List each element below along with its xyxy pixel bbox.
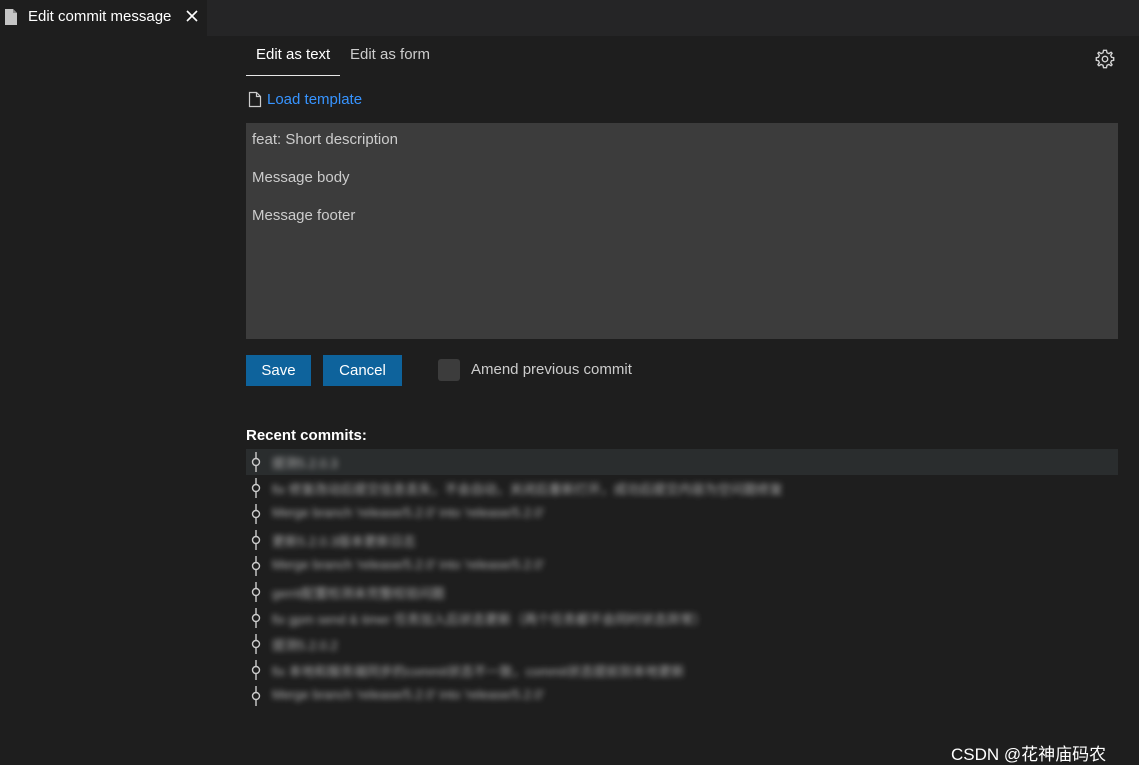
git-commit-icon	[251, 608, 261, 628]
gear-icon[interactable]	[1094, 48, 1116, 70]
message-line: feat: Short description	[252, 131, 398, 148]
git-commit-icon	[251, 478, 261, 498]
commit-message: fix 修复改动后提交信息丢失，不会自动，关闭后重新打开，成功后提交内容为空问题…	[272, 482, 783, 497]
commit-row[interactable]: 提测5.2.0.3	[246, 449, 1118, 475]
git-commit-icon	[251, 634, 261, 654]
commit-message: Merge branch 'release/5.2.0' into 'relea…	[272, 687, 545, 702]
cancel-button[interactable]: Cancel	[323, 355, 402, 386]
commit-message: fix 本地和服务端同步的commit状态不一致，commit状态提前到本地更新	[272, 664, 685, 679]
commit-row[interactable]: Merge branch 'release/5.2.0' into 'relea…	[246, 501, 1118, 527]
close-icon[interactable]	[183, 7, 201, 25]
save-button[interactable]: Save	[246, 355, 311, 386]
load-template-label: Load template	[267, 90, 363, 108]
git-commit-icon	[251, 452, 261, 472]
commit-row[interactable]: fix gpm send & timer 任务加入后状态更新（两个任务都不会同时…	[246, 605, 1118, 631]
tab-bar: Edit commit message	[0, 0, 1139, 36]
editor-tab[interactable]: Edit commit message	[0, 0, 207, 36]
message-line: Message body	[252, 169, 350, 186]
git-commit-icon	[251, 582, 261, 602]
commit-row[interactable]: Merge branch 'release/5.2.0' into 'relea…	[246, 553, 1118, 579]
commit-row[interactable]: fix 本地和服务端同步的commit状态不一致，commit状态提前到本地更新	[246, 657, 1118, 683]
commit-message: 提测5.2.0.2	[272, 638, 338, 653]
commit-message: fix gpm send & timer 任务加入后状态更新（两个任务都不会同时…	[272, 612, 707, 627]
commit-row[interactable]: Merge branch 'release/5.2.0' into 'relea…	[246, 683, 1118, 709]
commit-message: Merge branch 'release/5.2.0' into 'relea…	[272, 505, 545, 520]
commit-message: 提测5.2.0.3	[272, 456, 338, 471]
commit-message-input[interactable]: feat: Short description Message body Mes…	[246, 123, 1118, 339]
commit-row[interactable]: 更新5.2.0.3版本更新日志	[246, 527, 1118, 553]
tab-edit-as-form[interactable]: Edit as form	[350, 46, 450, 76]
git-commit-icon	[251, 686, 261, 706]
tab-title: Edit commit message	[28, 8, 172, 25]
git-commit-icon	[251, 530, 261, 550]
commit-message: gerrit配置检测未完整校验问题	[272, 586, 445, 601]
commit-row[interactable]: gerrit配置检测未完整校验问题	[246, 579, 1118, 605]
amend-checkbox[interactable]	[438, 359, 460, 381]
git-commit-icon	[251, 556, 261, 576]
load-template-link[interactable]: Load template	[248, 89, 362, 109]
commit-message: 更新5.2.0.3版本更新日志	[272, 534, 416, 549]
amend-checkbox-label[interactable]: Amend previous commit	[471, 361, 632, 378]
message-line: Message footer	[252, 207, 356, 224]
git-commit-icon	[251, 660, 261, 680]
tab-edit-as-text[interactable]: Edit as text	[246, 46, 340, 76]
file-icon	[5, 9, 17, 25]
commit-editor: Edit as text Edit as form Load template …	[0, 36, 1139, 764]
commit-row[interactable]: fix 修复改动后提交信息丢失，不会自动，关闭后重新打开，成功后提交内容为空问题…	[246, 475, 1118, 501]
watermark: CSDN @花神庙码农	[951, 745, 1107, 764]
commit-row[interactable]: 提测5.2.0.2	[246, 631, 1118, 657]
file-icon	[248, 91, 262, 107]
git-commit-icon	[251, 504, 261, 524]
recent-commits-list: 提测5.2.0.3 fix 修复改动后提交信息丢失，不会自动，关闭后重新打开，成功…	[246, 449, 1118, 709]
recent-commits-heading: Recent commits:	[246, 427, 367, 444]
commit-message: Merge branch 'release/5.2.0' into 'relea…	[272, 557, 545, 572]
